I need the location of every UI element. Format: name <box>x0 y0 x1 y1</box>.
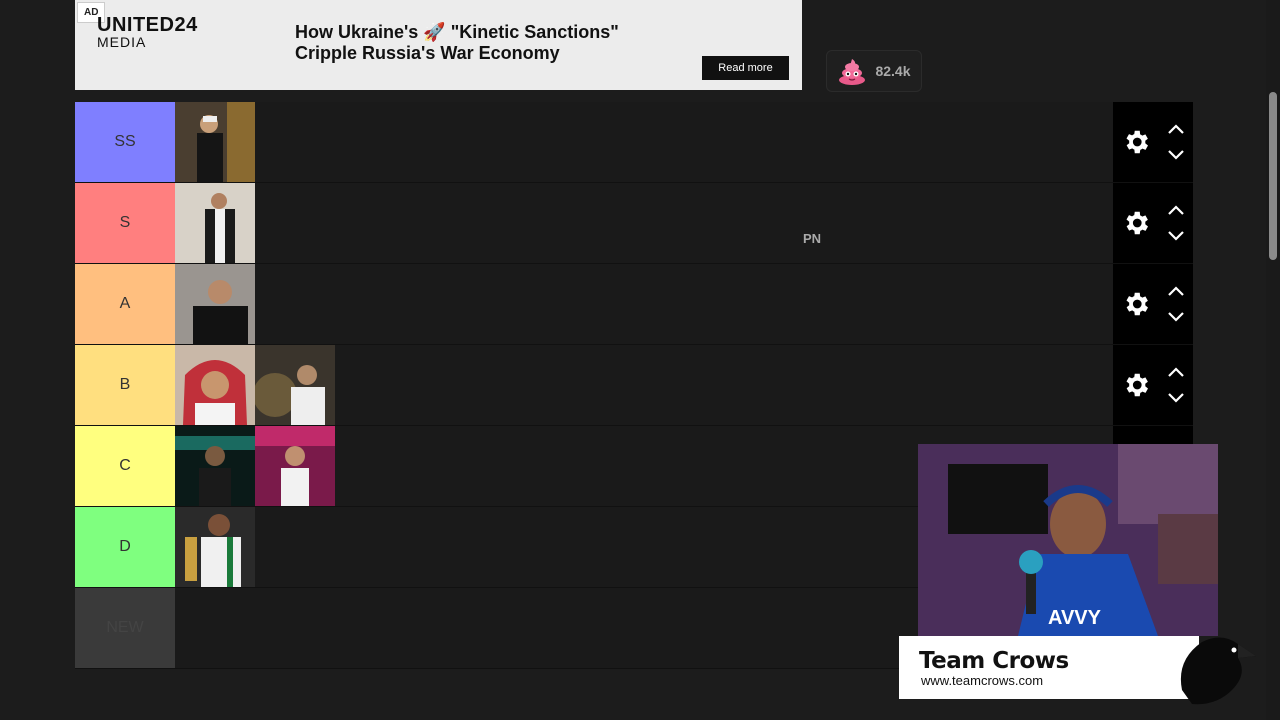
tier-label-new[interactable]: NEW <box>75 588 175 668</box>
tier-item-image[interactable] <box>175 183 255 263</box>
tier-label-b[interactable]: B <box>75 345 175 425</box>
ad-read-more-button[interactable]: Read more <box>702 56 789 80</box>
ad-brand-subtitle: MEDIA <box>97 34 147 50</box>
reaction-count: 82.4k <box>875 63 911 79</box>
tier-row-a: A <box>75 264 1193 345</box>
gear-icon[interactable] <box>1121 127 1151 157</box>
tier-item-image[interactable] <box>255 345 335 425</box>
tier-label-s[interactable]: S <box>75 183 175 263</box>
chevron-up-icon[interactable] <box>1166 365 1186 379</box>
tier-items-b[interactable] <box>175 345 1113 425</box>
tier-controls <box>1113 102 1193 182</box>
tier-items-a[interactable] <box>175 264 1113 344</box>
tier-label-c[interactable]: C <box>75 426 175 506</box>
reaction-button[interactable]: 82.4k <box>826 50 922 92</box>
tier-controls <box>1113 264 1193 344</box>
tier-item-image[interactable] <box>175 507 255 587</box>
overlay-text: PN <box>803 231 822 246</box>
ad-headline: How Ukraine's 🚀 "Kinetic Sanctions" Crip… <box>295 22 619 63</box>
tier-items-ss[interactable] <box>175 102 1113 182</box>
tier-items-s[interactable]: PN <box>175 183 1113 263</box>
chevron-down-icon[interactable] <box>1166 229 1186 243</box>
stream-branding-banner: Team Crows www.teamcrows.com <box>899 636 1199 699</box>
crow-logo-icon <box>1180 637 1256 705</box>
chevron-up-icon[interactable] <box>1166 122 1186 136</box>
webcam-overlay: AVVY <box>918 444 1218 636</box>
tier-row-ss: SS <box>75 102 1193 183</box>
gear-icon[interactable] <box>1121 289 1151 319</box>
tier-label-a[interactable]: A <box>75 264 175 344</box>
tier-row-b: B <box>75 345 1193 426</box>
tier-row-s: S PN <box>75 183 1193 264</box>
poop-emoji-icon <box>839 59 866 85</box>
tier-label-ss[interactable]: SS <box>75 102 175 182</box>
chevron-up-icon[interactable] <box>1166 284 1186 298</box>
gear-icon[interactable] <box>1121 370 1151 400</box>
tier-item-image[interactable] <box>255 426 335 506</box>
scrollbar-thumb[interactable] <box>1269 92 1277 260</box>
tier-item-image[interactable] <box>175 345 255 425</box>
chevron-down-icon[interactable] <box>1166 148 1186 162</box>
tier-item-image[interactable] <box>175 102 255 182</box>
tier-controls <box>1113 345 1193 425</box>
chevron-down-icon[interactable] <box>1166 391 1186 405</box>
chevron-down-icon[interactable] <box>1166 310 1186 324</box>
team-name: Team Crows <box>919 648 1069 674</box>
gear-icon[interactable] <box>1121 208 1151 238</box>
tier-controls <box>1113 183 1193 263</box>
tier-label-d[interactable]: D <box>75 507 175 587</box>
svg-text:AVVY: AVVY <box>1048 607 1102 629</box>
tier-item-image[interactable] <box>175 264 255 344</box>
page-scrollbar[interactable] <box>1266 0 1280 720</box>
chevron-up-icon[interactable] <box>1166 203 1186 217</box>
team-url: www.teamcrows.com <box>921 673 1044 688</box>
ad-banner[interactable]: AD UNITED24 MEDIA How Ukraine's 🚀 "Kinet… <box>75 0 802 90</box>
tier-item-image[interactable] <box>175 426 255 506</box>
